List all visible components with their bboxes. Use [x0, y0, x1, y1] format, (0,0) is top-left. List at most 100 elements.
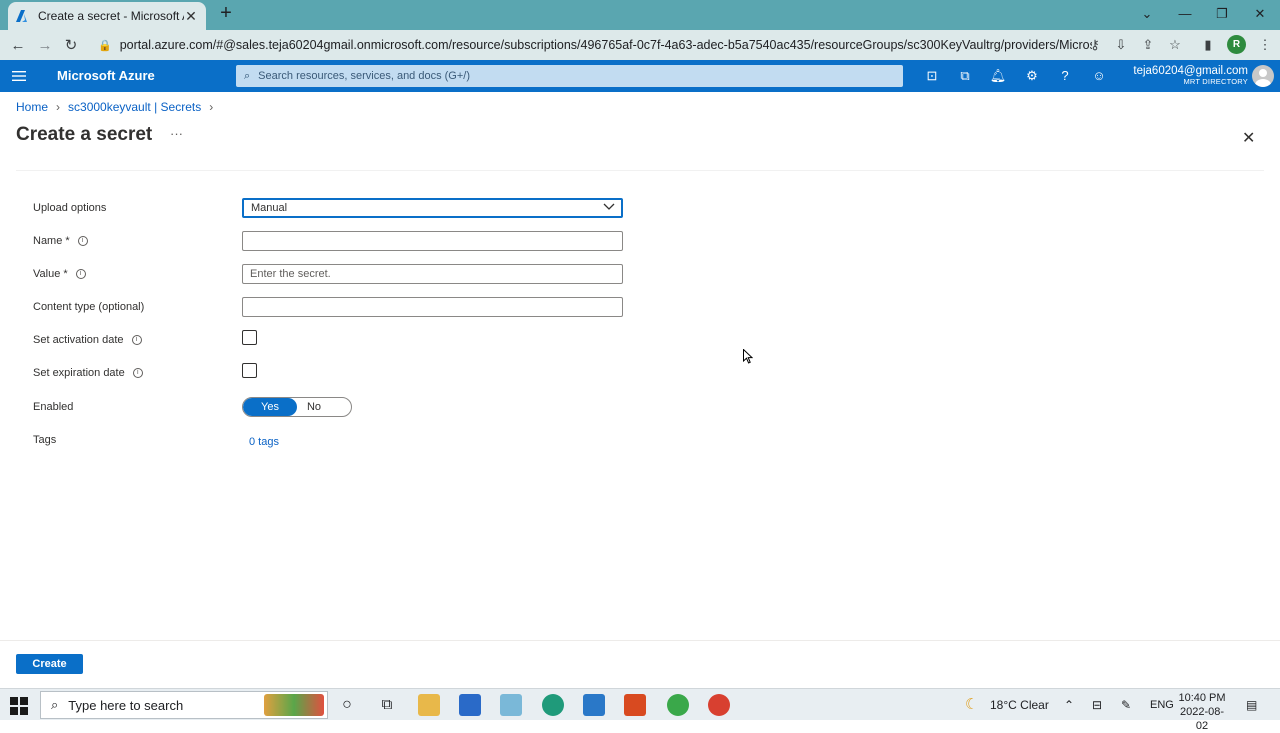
chrome-profile-icon[interactable] — [708, 694, 730, 716]
weather-text[interactable]: 18°C Clear — [990, 698, 1049, 712]
browser-tab-strip: Create a secret - Microsoft Azure ✕ + ⌄ … — [0, 0, 1280, 30]
activation-date-label: Set activation date i — [33, 334, 142, 346]
share-icon[interactable]: ⇪ — [1136, 33, 1160, 57]
info-icon[interactable]: i — [131, 335, 142, 345]
key-icon[interactable]: ⚷ — [1083, 33, 1107, 57]
windows-taskbar: ⌕ Type here to search ○ ⧉ ☾ 18°C Clear ⌃… — [0, 688, 1280, 732]
value-label: Value * i — [33, 268, 86, 280]
mail-icon[interactable] — [583, 694, 605, 716]
system-clock[interactable]: 10:40 PM 2022-08-02 — [1176, 691, 1228, 733]
window-close-icon[interactable]: ✕ — [1247, 4, 1273, 24]
value-input[interactable]: Enter the secret. — [242, 264, 623, 284]
url-text: portal.azure.com/#@sales.teja60204gmail.… — [119, 38, 1092, 52]
upload-options-value: Manual — [251, 202, 288, 214]
hamburger-menu-icon[interactable] — [12, 69, 28, 83]
tab-close-icon[interactable]: ✕ — [184, 8, 198, 25]
more-options-icon[interactable]: ··· — [170, 126, 183, 141]
search-icon: ⌕ — [51, 697, 59, 712]
account-email: teja60204@gmail.com — [1133, 65, 1248, 77]
cortana-icon[interactable]: ○ — [336, 694, 358, 716]
chrome-icon[interactable] — [667, 694, 689, 716]
office-icon[interactable] — [624, 694, 646, 716]
maximize-icon[interactable]: ❐ — [1209, 4, 1235, 24]
azure-search-input[interactable]: ⌕ Search resources, services, and docs (… — [236, 65, 903, 87]
azure-search-placeholder: Search resources, services, and docs (G+… — [258, 70, 471, 82]
search-highlight-icon[interactable] — [264, 694, 324, 716]
weather-moon-icon[interactable]: ☾ — [965, 695, 978, 713]
bookmark-star-icon[interactable]: ☆ — [1163, 33, 1187, 57]
close-icon[interactable]: ✕ — [1242, 128, 1255, 148]
edge-icon[interactable] — [542, 694, 564, 716]
account-directory: MRT DIRECTORY — [1183, 77, 1248, 86]
menu-kebab-icon[interactable]: ⋮ — [1253, 33, 1277, 57]
browser-tab[interactable]: Create a secret - Microsoft Azure ✕ — [8, 2, 206, 30]
back-icon[interactable]: ← — [5, 32, 31, 58]
tags-label: Tags — [33, 434, 57, 446]
address-bar[interactable]: 🔒 portal.azure.com/#@sales.teja60204gmai… — [92, 33, 1092, 57]
clock-time: 10:40 PM — [1178, 692, 1226, 704]
browser-toolbar: ← → ↻ 🔒 portal.azure.com/#@sales.teja602… — [0, 30, 1280, 60]
new-tab-icon[interactable]: + — [216, 3, 236, 24]
reload-icon[interactable]: ↻ — [58, 32, 84, 58]
tags-link[interactable]: 0 tags — [249, 436, 279, 448]
browser-tab-title: Create a secret - Microsoft Azure — [38, 9, 184, 23]
windows-start-icon[interactable] — [10, 697, 28, 715]
tab-search-icon[interactable]: ⌄ — [1134, 4, 1160, 24]
browser-profile-avatar[interactable]: R — [1227, 35, 1246, 54]
pen-icon[interactable]: ✎ — [1121, 698, 1131, 712]
breadcrumb-home[interactable]: Home — [16, 100, 48, 114]
sidepanel-icon[interactable]: ▮ — [1196, 33, 1220, 57]
notifications-bell-icon[interactable]: 🔔︎ — [988, 66, 1008, 86]
chevron-down-icon — [603, 202, 615, 214]
create-button[interactable]: Create — [16, 654, 83, 674]
taskbar-search-placeholder: Type here to search — [68, 697, 184, 713]
task-view-icon[interactable]: ⧉ — [376, 694, 398, 716]
feedback-icon[interactable]: ☺ — [1089, 66, 1109, 86]
settings-gear-icon[interactable]: ⚙ — [1022, 66, 1042, 86]
name-input[interactable] — [242, 231, 623, 251]
app-icon[interactable] — [500, 694, 522, 716]
forward-icon[interactable]: → — [32, 32, 58, 58]
minimize-icon[interactable]: — — [1172, 4, 1198, 24]
footer-divider — [0, 640, 1280, 641]
divider — [16, 170, 1264, 171]
enabled-label: Enabled — [33, 401, 74, 413]
breadcrumb-vault[interactable]: sc3000keyvault | Secrets — [68, 100, 201, 114]
enabled-no-option[interactable]: No — [297, 398, 351, 416]
notifications-icon[interactable]: ▤ — [1246, 698, 1257, 712]
expiration-date-checkbox[interactable] — [242, 363, 257, 378]
help-icon[interactable]: ? — [1055, 66, 1075, 86]
install-icon[interactable]: ⇩ — [1109, 33, 1133, 57]
upload-options-select[interactable]: Manual — [242, 198, 623, 218]
azure-favicon-icon — [16, 9, 30, 23]
file-explorer-icon[interactable] — [418, 694, 440, 716]
content-type-input[interactable] — [242, 297, 623, 317]
language-indicator[interactable]: ENG — [1150, 699, 1174, 711]
upload-options-label: Upload options — [33, 202, 107, 214]
enabled-yes-option[interactable]: Yes — [243, 398, 297, 416]
account-avatar[interactable] — [1252, 65, 1274, 87]
search-icon: ⌕ — [244, 69, 251, 82]
activation-date-checkbox[interactable] — [242, 330, 257, 345]
chevron-right-icon: › — [209, 100, 214, 114]
expiration-date-label: Set expiration date i — [33, 367, 143, 379]
enabled-toggle[interactable]: Yes No — [242, 397, 352, 417]
azure-brand[interactable]: Microsoft Azure — [57, 68, 155, 83]
store-icon[interactable] — [459, 694, 481, 716]
clock-date: 2022-08-02 — [1179, 706, 1225, 732]
network-icon[interactable]: ⊟ — [1092, 698, 1102, 712]
account-info[interactable]: teja60204@gmail.com MRT DIRECTORY — [1120, 65, 1248, 86]
info-icon[interactable]: i — [132, 368, 143, 378]
cloud-shell-icon[interactable]: ⊡ — [922, 66, 942, 86]
breadcrumb: Home › sc3000keyvault | Secrets › — [16, 100, 213, 114]
content-type-label: Content type (optional) — [33, 301, 145, 313]
azure-header: Microsoft Azure ⌕ Search resources, serv… — [0, 60, 1280, 92]
name-label: Name * i — [33, 235, 88, 247]
tray-chevron-up-icon[interactable]: ⌃ — [1064, 698, 1074, 712]
page-title: Create a secret — [16, 124, 153, 145]
info-icon[interactable]: i — [75, 269, 86, 279]
mouse-cursor-icon — [743, 348, 754, 369]
directory-filter-icon[interactable]: ⧉ — [955, 66, 975, 86]
info-icon[interactable]: i — [77, 236, 88, 246]
chevron-right-icon: › — [56, 100, 61, 114]
